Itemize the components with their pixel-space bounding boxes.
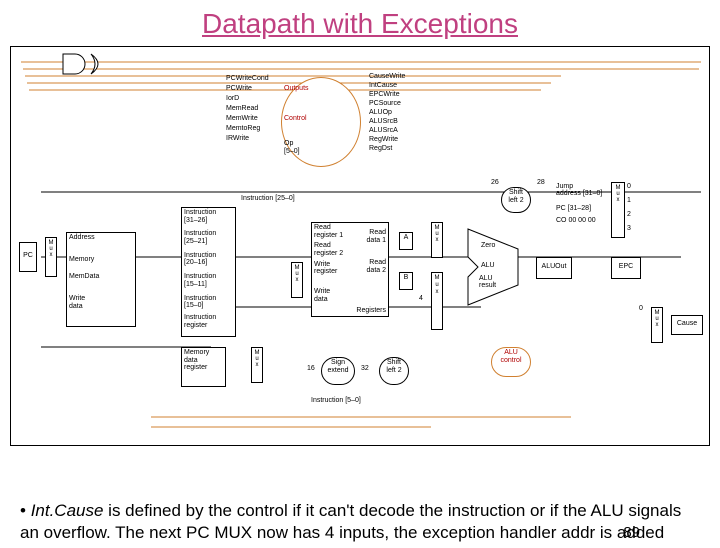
regdst-mux: M u x: [291, 262, 303, 298]
ir-field-15-11: Instruction [15–11]: [184, 273, 233, 288]
rf-readdata2: Read data 2: [367, 259, 386, 274]
ir-field-25-21: Instruction [25–21]: [184, 230, 233, 245]
slide-bullet: • Int.Cause is defined by the control if…: [20, 500, 700, 544]
pc-register: PC: [19, 242, 37, 272]
memory-label: Memory: [69, 256, 133, 264]
w32: 32: [361, 365, 369, 372]
memory-block: Address Memory MemData Write data: [66, 232, 136, 327]
shiftleft2-bottom: Shift left 2: [379, 357, 409, 385]
ir-field-20-16: Instruction [20–16]: [184, 252, 233, 267]
sig-memtoreg: MemtoReg: [226, 125, 260, 132]
alu-result: ALU result: [479, 275, 496, 289]
shiftleft2-top: Shift left 2: [501, 187, 531, 213]
alusrcb-mux: M u x: [431, 272, 443, 330]
pcmux-0: 0: [627, 183, 631, 190]
rf-writedata: Write data: [314, 288, 386, 303]
sig-pcwritecond: PCWriteCond: [226, 75, 269, 82]
co-addr: CO 00 00 00: [556, 217, 596, 224]
const-four: 4: [419, 295, 423, 302]
sig-alusrca: ALUSrcA: [369, 127, 398, 134]
pc31-28: PC [31–28]: [556, 205, 591, 212]
sig-memwrite: MemWrite: [226, 115, 258, 122]
sig-pcwrite: PCWrite: [226, 85, 252, 92]
instruction-register: Instruction [31–26] Instruction [25–21] …: [181, 207, 236, 337]
datapath-diagram: Outputs Control Op [5–0] PCWriteCond PCW…: [10, 46, 710, 446]
bullet-text: is defined by the control if it can't de…: [20, 501, 681, 542]
ir-field-15-0: Instruction [15–0]: [184, 295, 233, 310]
control-unit: Outputs Control Op [5–0]: [281, 77, 361, 167]
intcause-mux: M u x: [651, 307, 663, 343]
iord-mux: M u x: [45, 237, 57, 277]
alu-control: ALU control: [491, 347, 531, 377]
cause-register: Cause: [671, 315, 703, 335]
and-or-gates-icon: [61, 52, 121, 82]
sig-epcwrite: EPCWrite: [369, 91, 400, 98]
mem-address-port: Address: [69, 234, 133, 242]
ir-field-31-26: Instruction [31–26]: [184, 209, 233, 224]
memory-data-register: Memory data register: [181, 347, 226, 387]
intcaus-em: Int.Cause: [31, 501, 104, 520]
pcmux-1: 1: [627, 197, 631, 204]
pcsource-mux: M u x: [611, 182, 625, 238]
sig-aluop: ALUOp: [369, 109, 392, 116]
sig-regdst: RegDst: [369, 145, 392, 152]
alu-zero: Zero: [481, 242, 495, 249]
w16: 16: [307, 365, 315, 372]
control-label: Control: [284, 115, 358, 123]
memtoreg-mux: M u x: [251, 347, 263, 383]
register-file: Read register 1 Read register 2 Write re…: [311, 222, 389, 317]
instruction-5-0: Instruction [5–0]: [311, 397, 361, 404]
mem-writedata-port: Write data: [69, 295, 133, 310]
sig-regwrite: RegWrite: [369, 136, 398, 143]
cause-mux-0: 0: [639, 305, 643, 312]
ir-label: Instruction register: [184, 314, 233, 329]
sig-memread: MemRead: [226, 105, 258, 112]
sig-iord: IorD: [226, 95, 239, 102]
sig-causewrite: CauseWrite: [369, 73, 405, 80]
aluout-register: ALUOut: [536, 257, 572, 279]
epc-register: EPC: [611, 257, 641, 279]
sig-alusrcb: ALUSrcB: [369, 118, 398, 125]
op-label: Op [5–0]: [284, 140, 358, 155]
alusrca-mux: M u x: [431, 222, 443, 258]
sig-pcsource: PCSource: [369, 100, 401, 107]
pcmux-2: 2: [627, 211, 631, 218]
pcmux-3: 3: [627, 225, 631, 232]
outputs-label: Outputs: [284, 85, 358, 93]
page-number: 89: [623, 523, 640, 543]
jump-address: Jump address [31–0]: [556, 183, 602, 197]
w28: 28: [537, 179, 545, 186]
sign-extend: Sign extend: [321, 357, 355, 385]
ir-top-bus: Instruction [25–0]: [241, 195, 295, 202]
b-register: B: [399, 272, 413, 290]
w26: 26: [491, 179, 499, 186]
sig-intcause: IntCause: [369, 82, 397, 89]
sig-irwrite: IRWrite: [226, 135, 249, 142]
slide-title: Datapath with Exceptions: [0, 8, 720, 40]
alu-label: ALU: [481, 262, 495, 269]
rf-readreg2: Read register 2: [314, 242, 386, 257]
a-register: A: [399, 232, 413, 250]
rf-label: Registers: [356, 307, 386, 315]
rf-readdata1: Read data 1: [367, 229, 386, 244]
mem-data-port: MemData: [69, 273, 133, 281]
